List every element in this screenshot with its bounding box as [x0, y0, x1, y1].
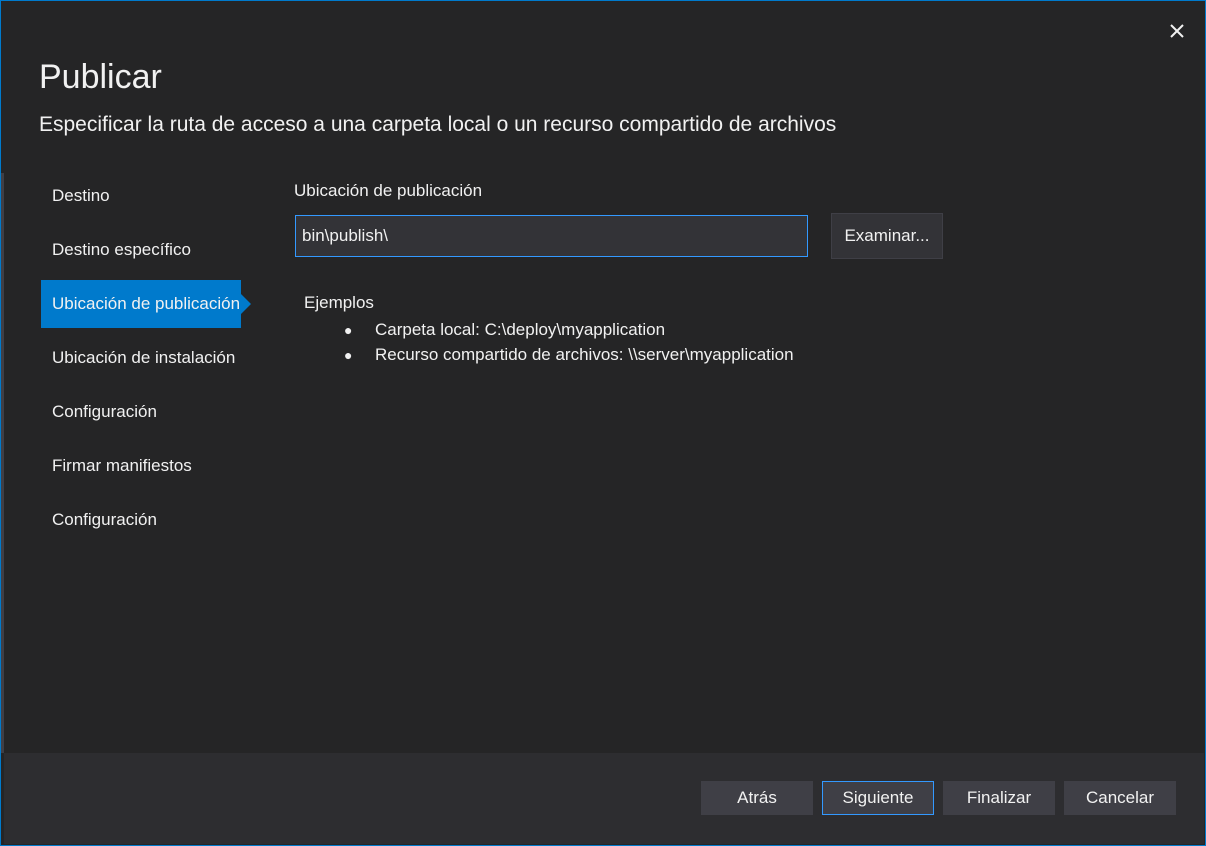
cancel-button[interactable]: Cancelar — [1064, 781, 1176, 815]
finish-button[interactable]: Finalizar — [943, 781, 1055, 815]
dialog-title: Publicar — [39, 58, 162, 96]
nav-item-firmar-manifiestos[interactable]: Firmar manifiestos — [41, 442, 241, 490]
next-button[interactable]: Siguiente — [822, 781, 934, 815]
publish-location-label: Ubicación de publicación — [294, 181, 483, 200]
nav-item-label: Ubicación de instalación — [52, 348, 236, 367]
nav-item-label: Destino — [52, 186, 110, 205]
bullet-icon: ● — [344, 347, 353, 363]
left-divider — [1, 173, 4, 753]
examples-list: ● Carpeta local: C:\deploy\myapplication … — [344, 317, 794, 367]
wizard-nav: Destino Destino específico Ubicación de … — [41, 172, 251, 550]
back-button[interactable]: Atrás — [701, 781, 813, 815]
publish-dialog: Publicar Especificar la ruta de acceso a… — [0, 0, 1206, 846]
close-button[interactable] — [1165, 19, 1189, 43]
nav-item-label: Ubicación de publicación — [52, 294, 241, 313]
nav-item-label: Firmar manifiestos — [52, 456, 192, 475]
nav-item-destino-especifico[interactable]: Destino específico — [41, 226, 241, 274]
nav-item-configuracion-2[interactable]: Configuración — [41, 496, 241, 544]
example-text: Carpeta local: C:\deploy\myapplication — [375, 320, 666, 339]
nav-item-label: Destino específico — [52, 240, 191, 259]
nav-item-configuracion[interactable]: Configuración — [41, 388, 241, 436]
close-icon — [1170, 24, 1184, 38]
dialog-footer: Atrás Siguiente Finalizar Cancelar — [4, 753, 1204, 844]
list-item: ● Recurso compartido de archivos: \\serve… — [344, 342, 794, 367]
nav-item-ubicacion-instalacion[interactable]: Ubicación de instalación — [41, 334, 241, 382]
browse-button[interactable]: Examinar... — [831, 213, 943, 259]
nav-item-destino[interactable]: Destino — [41, 172, 241, 220]
bullet-icon: ● — [344, 322, 353, 338]
dialog-subtitle: Especificar la ruta de acceso a una carp… — [39, 113, 837, 136]
example-text: Recurso compartido de archivos: \\server… — [375, 345, 794, 364]
nav-item-ubicacion-publicacion[interactable]: Ubicación de publicación — [41, 280, 251, 328]
nav-item-label: Configuración — [52, 402, 157, 421]
nav-item-label: Configuración — [52, 510, 157, 529]
publish-path-input[interactable] — [295, 215, 808, 257]
list-item: ● Carpeta local: C:\deploy\myapplication — [344, 317, 794, 342]
examples-heading: Ejemplos — [304, 293, 374, 312]
